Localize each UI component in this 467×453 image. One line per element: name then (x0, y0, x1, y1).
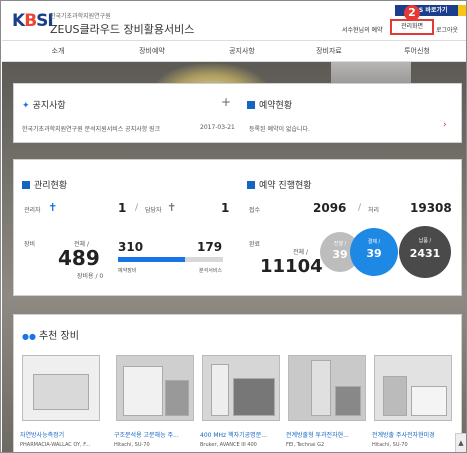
equip-maker-2: Hitachi, SU-70 (114, 442, 150, 448)
equip-total-value: 489 (58, 246, 100, 270)
reserve-equip-value: 310 (118, 240, 144, 254)
nav-item-notice[interactable]: 공지사항 (202, 41, 282, 61)
manager-count: 1 (221, 201, 230, 215)
equip-image-shape (211, 364, 229, 416)
nav-item-reservation[interactable]: 장비예약 (112, 41, 192, 61)
progress-title: 예약 진행현황 (247, 178, 312, 191)
site-header: KBSI 한국기초과학지원연구원 ZEUS클라우드 장비활용서비스 ZEUS 바… (2, 2, 466, 40)
topbar-accent (458, 5, 466, 16)
equip-image-shape (33, 374, 89, 410)
divider-slash: / (358, 203, 362, 213)
equip-image-shape (233, 378, 275, 416)
equip-thumb-4[interactable] (288, 355, 366, 421)
scroll-top-button[interactable]: ▲ (455, 433, 466, 452)
equip-thumb-2[interactable] (116, 355, 194, 421)
process-label: 처리 (368, 207, 380, 214)
progress-calendar-icon (247, 181, 255, 189)
equip-maker-5: Hitachi, SU-70 (372, 442, 408, 448)
admin-label: 관리자 (24, 207, 41, 214)
site-title[interactable]: ZEUS클라우드 장비활용서비스 (50, 21, 194, 37)
equip-ratio-fill (118, 257, 185, 262)
manager-label: 담당자 (145, 207, 162, 214)
kbsi-logo[interactable]: KBSI (12, 11, 54, 31)
analysis-service-value: 179 (197, 240, 223, 254)
equip-image-shape (411, 386, 447, 416)
equip-label: 장비 (24, 241, 36, 248)
circle-label: 납품 / (418, 238, 432, 244)
receipt-value: 2096 (313, 201, 347, 215)
calendar-icon (247, 101, 255, 109)
recommend-card: ●● 추천 장비 자연방사능측정기 PHARMACIA-WALLAC OY, F.… (13, 314, 462, 452)
equip-image-shape (165, 380, 189, 416)
equip-image-shape (311, 360, 331, 416)
complete-total-value: 11104 (260, 256, 323, 277)
reservation-empty-text: 등록된 예약이 없습니다. (249, 126, 310, 133)
receipt-label: 접수 (249, 207, 261, 214)
equip-thumb-5[interactable] (374, 355, 452, 421)
progress-circle-delivery[interactable]: 납품 / 2431 (399, 226, 451, 278)
equip-image-shape (335, 386, 361, 416)
circle-value: 39 (366, 247, 382, 260)
dots-icon: ●● (22, 332, 36, 341)
equip-name-2[interactable]: 구조분석용 고분해능 주... (114, 430, 196, 439)
equip-thumb-3[interactable] (202, 355, 280, 421)
equip-ratio-bar (118, 257, 223, 262)
status-card: 관리현황 관리자 ✝ 1 / 담당자 ✝ 1 장비 전체 / 489 장비용 /… (13, 159, 462, 296)
divider-slash: / (135, 203, 139, 213)
equip-name-5[interactable]: 전계방출 주사전자현미경 (372, 430, 454, 439)
admin-screen-link[interactable]: 관리화면 (390, 19, 434, 35)
equip-name-1[interactable]: 자연방사능측정기 (20, 430, 102, 439)
process-value: 19308 (410, 201, 452, 215)
browser-frame: KBSI 한국기초과학지원연구원 ZEUS클라우드 장비활용서비스 ZEUS 바… (0, 0, 467, 453)
management-title: 관리현황 (22, 178, 67, 191)
management-icon (22, 181, 30, 189)
welcome-text[interactable]: 서수현님의 예약 (342, 25, 383, 34)
complete-total-label: 전체 / (293, 249, 308, 256)
recommend-title: ●● 추천 장비 (22, 331, 79, 342)
manager-person-icon: ✝ (167, 201, 177, 214)
logout-link[interactable]: 로그아웃 (436, 25, 458, 34)
notice-reservation-card: ✦ 공지사항 + 한국기초과학지원연구원 분석지원서비스 공지사항 링크 2017… (13, 83, 462, 143)
complete-label: 완료 (249, 241, 261, 248)
admin-person-icon: ✝ (48, 201, 58, 214)
megaphone-icon: ✦ (22, 101, 30, 111)
reservation-arrow-icon[interactable]: › (443, 120, 447, 130)
nav-item-intro[interactable]: 소개 (18, 41, 98, 61)
equip-maker-3: Bruker, AVANCE III 400 (200, 442, 257, 448)
nav-item-resources[interactable]: 장비자료 (289, 41, 369, 61)
reserve-equip-label: 예약장비 (118, 268, 137, 274)
equip-name-3[interactable]: 400 MHz 핵자기공명분... (200, 430, 282, 439)
reservation-title[interactable]: 예약현황 (247, 98, 292, 111)
nav-item-tour[interactable]: 투어신청 (377, 41, 457, 61)
equip-maker-4: FEI, Technai G2 (286, 442, 325, 448)
equip-image-shape (123, 366, 163, 416)
equip-image-shape (383, 376, 407, 416)
main-nav: 소개 장비예약 공지사항 장비자료 투어신청 (2, 40, 466, 62)
equip-sub-label: 장비용 / 0 (77, 273, 104, 280)
equip-name-4[interactable]: 전계방출형 투과전자현... (286, 430, 368, 439)
progress-circle-payment[interactable]: 결제 / 39 (350, 228, 398, 276)
notice-title[interactable]: ✦ 공지사항 (22, 98, 66, 111)
notice-more-icon[interactable]: + (221, 95, 231, 109)
admin-count: 1 (118, 201, 127, 215)
circle-value: 2431 (409, 247, 441, 260)
analysis-service-label: 분석서비스 (199, 268, 223, 274)
equip-maker-1: PHARMACIA-WALLAC OY, F... (20, 442, 91, 448)
notice-item-title[interactable]: 한국기초과학지원연구원 분석지원서비스 공지사항 링크 (22, 124, 160, 133)
notice-item-date: 2017-03-21 (200, 124, 235, 131)
org-name: 한국기초과학지원연구원 (50, 13, 111, 20)
equip-thumb-1[interactable] (22, 355, 100, 421)
circle-label: 결제 / (367, 239, 381, 245)
